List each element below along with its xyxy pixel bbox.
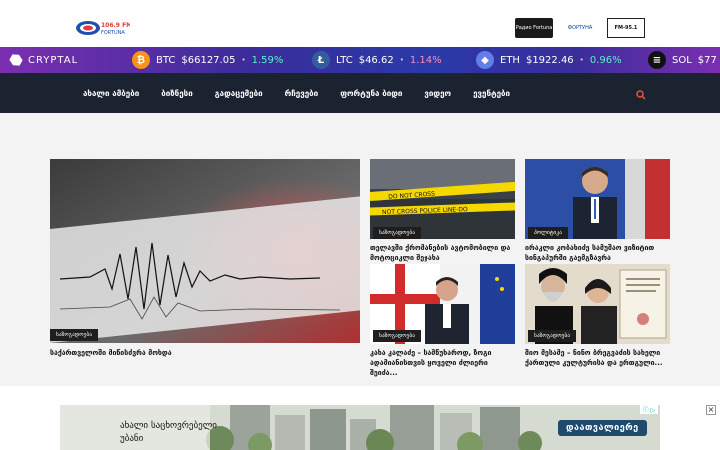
coin-change: 0.96% xyxy=(589,54,622,66)
ticker-coin-btc[interactable]: ₿ BTC $66127.05 • 1.59% xyxy=(132,47,283,73)
ticker-brand-label: CRYPTAL xyxy=(28,54,79,66)
ticker-coin-sol[interactable]: ≡ SOL $77 xyxy=(648,47,717,73)
featured-article-title[interactable]: საქართველოში მიწისძვრა მოხდა xyxy=(50,348,360,358)
ticker-brand[interactable]: CRYPTAL xyxy=(10,47,78,73)
article-category-badge[interactable]: საზოგადოება xyxy=(373,227,421,239)
coin-change: 1.14% xyxy=(409,54,442,66)
coin-symbol: SOL xyxy=(672,54,692,66)
article-thumb-1[interactable]: DO NOT CROSS NOT CROSS POLICE LINE-DO სა… xyxy=(370,159,515,239)
coin-dot: • xyxy=(579,56,584,64)
coin-symbol: BTC xyxy=(156,54,176,66)
nav-item-fortuna-bidi[interactable]: ფორტუნა ბიდი xyxy=(340,89,402,98)
featured-category-badge[interactable]: საზოგადოება xyxy=(50,329,98,341)
nav-item-tips[interactable]: რჩევები xyxy=(285,89,319,98)
crypto-ticker: CRYPTAL ₿ BTC $66127.05 • 1.59% Ł LTC $4… xyxy=(0,47,720,73)
ad-info-icon[interactable]: ⓘ ▷ xyxy=(640,405,658,414)
cryptal-cube-icon xyxy=(8,52,24,68)
ticker-coin-ltc[interactable]: Ł LTC $46.62 • 1.14% xyxy=(312,47,442,73)
coin-price: $1922.46 xyxy=(525,54,574,66)
article-thumb-2[interactable]: პოლიტიკა xyxy=(525,159,670,239)
nav-item-shows[interactable]: გადაცემები xyxy=(215,89,263,98)
coin-symbol: ETH xyxy=(500,54,520,66)
ad-text: ახალი საცხოვრებელი უბანი xyxy=(120,420,217,446)
ad-cta-button[interactable]: დაათვალიერე xyxy=(558,420,647,436)
ad-banner[interactable]: ახალი საცხოვრებელი უბანი დაათვალიერე xyxy=(60,405,660,450)
ad-close-icon[interactable]: × xyxy=(706,405,716,415)
coin-change: 1.59% xyxy=(251,54,284,66)
ticker-coin-eth[interactable]: ◆ ETH $1922.46 • 0.96% xyxy=(476,47,622,73)
solana-icon: ≡ xyxy=(648,51,666,69)
svg-text:106.9 FM: 106.9 FM xyxy=(101,22,130,29)
ethereum-icon: ◆ xyxy=(476,51,494,69)
nav-item-events[interactable]: ევენტები xyxy=(473,89,510,98)
partner-logo-2[interactable]: ФОРТУНА xyxy=(561,18,599,38)
main-nav: ახალი ამბები ბიზნესი გადაცემები რჩევები … xyxy=(0,73,720,113)
coin-dot: • xyxy=(399,56,404,64)
article-title-1[interactable]: თელავში ქრომანების ავტომობილი და მოტოციკ… xyxy=(370,243,515,263)
featured-article-image[interactable]: საზოგადოება xyxy=(50,159,360,343)
nav-item-video[interactable]: ვიდეო xyxy=(424,89,451,98)
article-category-badge[interactable]: საზოგადოება xyxy=(373,330,421,342)
coin-dot: • xyxy=(241,56,246,64)
article-thumb-3[interactable]: საზოგადოება xyxy=(370,264,515,344)
svg-text:FORTUNA: FORTUNA xyxy=(101,30,125,36)
litecoin-icon: Ł xyxy=(312,51,330,69)
coin-symbol: LTC xyxy=(336,54,353,66)
partner-logos: Радио Fortuna ФОРТУНА FM-95.1 xyxy=(515,18,645,38)
nav-item-news[interactable]: ახალი ამბები xyxy=(83,89,139,98)
coin-price: $66127.05 xyxy=(181,54,236,66)
coin-price: $77 xyxy=(697,54,717,66)
nav-item-business[interactable]: ბიზნესი xyxy=(161,89,192,98)
site-logo[interactable]: 106.9 FM FORTUNA xyxy=(74,17,132,39)
partner-logo-1[interactable]: Радио Fortuna xyxy=(515,18,553,38)
article-title-3[interactable]: კახა კალაძე – სამწუხაროდ, ზოგი ადამიანის… xyxy=(370,348,515,378)
article-category-badge[interactable]: პოლიტიკა xyxy=(528,227,568,239)
top-header: 106.9 FM FORTUNA Радио Fortuna ФОРТУНА F… xyxy=(0,0,720,47)
article-category-badge[interactable]: საზოგადოება xyxy=(528,330,576,342)
bitcoin-icon: ₿ xyxy=(132,51,150,69)
coin-price: $46.62 xyxy=(358,54,394,66)
article-title-4[interactable]: შიო მესამე – ნინო ბრეგვაძის სახელი ქართუ… xyxy=(525,348,670,368)
ad-text-line1: ახალი საცხოვრებელი xyxy=(120,421,217,431)
article-thumb-4[interactable]: საზოგადოება xyxy=(525,264,670,344)
partner-logo-3[interactable]: FM-95.1 xyxy=(607,18,645,38)
article-title-2[interactable]: ირაკლი კობახიძე სამუშაო ვიზიტით სინგაპურ… xyxy=(525,243,670,263)
search-icon[interactable] xyxy=(635,86,647,100)
ad-text-line2: უბანი xyxy=(120,434,144,444)
